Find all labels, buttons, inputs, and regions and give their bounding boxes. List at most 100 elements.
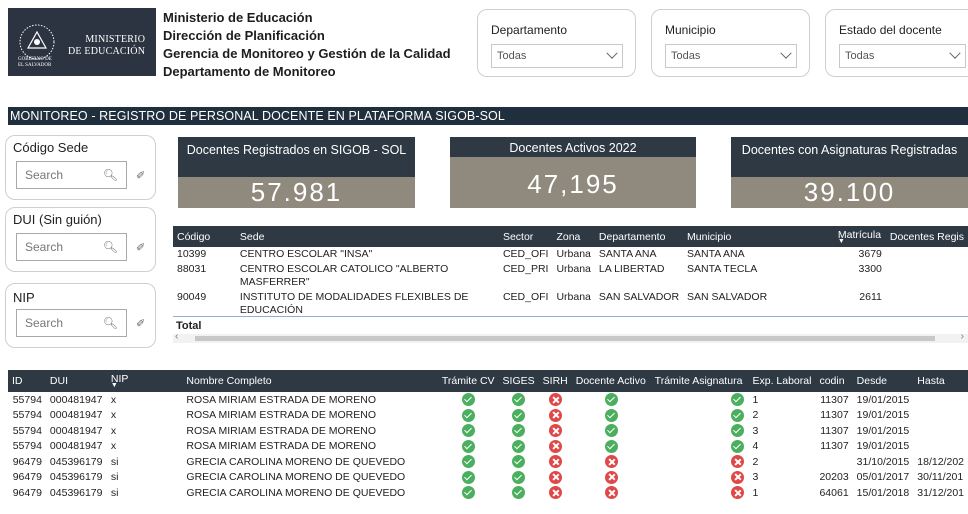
column-header[interactable]: Municipio: [683, 226, 834, 247]
kpi-docentes-activos: Docentes Activos 2022 47,195: [450, 137, 696, 208]
codigo-sede-search-input[interactable]: Search 🔍︎: [16, 161, 127, 189]
column-header[interactable]: Nombre Completo: [182, 370, 438, 392]
horizontal-scrollbar[interactable]: ‹ ›: [173, 331, 968, 343]
eraser-icon[interactable]: ✐: [136, 241, 145, 254]
table-row[interactable]: 55794 000481947 x ROSA MIRIAM ESTRADA DE MO…: [8, 439, 968, 455]
slicer-label: NIP: [13, 290, 35, 305]
scroll-left-icon[interactable]: ‹: [175, 331, 178, 342]
status-cell: [651, 423, 749, 439]
table-cell: 4: [752, 440, 759, 453]
column-header[interactable]: Departamento: [594, 226, 684, 247]
column-header[interactable]: Trámite CV: [437, 370, 499, 392]
table-cell: 55794: [12, 424, 42, 437]
column-header[interactable]: Zona: [552, 226, 595, 247]
slicer-label: Código Sede: [13, 140, 89, 155]
ministry-logo: MINISTERIO DE EDUCACIÓN GOBIERNO DE EL S…: [8, 8, 156, 76]
eraser-icon[interactable]: ✐: [136, 317, 145, 330]
status-cell: [438, 392, 499, 408]
column-header[interactable]: codin: [815, 370, 853, 392]
table-cell: 000481947: [49, 409, 103, 422]
column-header[interactable]: ID: [8, 370, 46, 392]
table-cell: [886, 247, 968, 262]
estado-docente-dropdown[interactable]: Todas: [839, 44, 966, 68]
table-cell: CENTRO ESCOLAR "INSA": [239, 248, 373, 260]
table-row[interactable]: 96479 045396179 si GRECIA CAROLINA MORENO D…: [8, 454, 968, 470]
table-cell: [913, 408, 968, 424]
table-cell: GRECIA CAROLINA MORENO DE QUEVEDO: [186, 455, 406, 468]
table-row[interactable]: 55794 000481947 x ROSA MIRIAM ESTRADA DE MO…: [8, 423, 968, 439]
check-circle-icon: [461, 439, 475, 453]
check-circle-icon: [461, 424, 475, 438]
column-header[interactable]: Desde: [852, 370, 914, 392]
table-row[interactable]: 90049 INSTITUTO DE MODALIDADES FLEXIBLES …: [173, 290, 968, 318]
check-circle-icon: [461, 408, 475, 422]
column-header-sorted[interactable]: Matrícula ▼: [833, 226, 886, 247]
table-row[interactable]: 88031 CENTRO ESCOLAR CATOLICO "ALBERTO MA…: [173, 262, 968, 290]
table-cell: 31/12/201: [917, 486, 964, 499]
filter-label: Municipio: [665, 23, 716, 37]
table-header-row: ID DUI NIP ▼ Nombre Completo Trámite CV …: [8, 370, 968, 392]
check-circle-icon: [461, 486, 475, 500]
table-cell: ROSA MIRIAM ESTRADA DE MORENO: [186, 409, 377, 422]
kpi-value: 47,195: [527, 169, 619, 199]
column-header[interactable]: Docente Activo: [571, 370, 651, 392]
check-circle-icon: [461, 455, 475, 469]
departamento-dropdown[interactable]: Todas: [491, 44, 623, 68]
x-circle-icon: [731, 455, 745, 469]
check-circle-icon: [461, 470, 475, 484]
table-cell: 18/12/202: [917, 455, 964, 468]
column-header[interactable]: Sector: [498, 226, 553, 247]
kpi-label: Docentes Activos 2022: [450, 137, 696, 157]
table-cell: x: [110, 440, 117, 453]
status-cell: [438, 423, 499, 439]
filter-estado-docente: Estado del docente Todas: [825, 9, 968, 77]
status-cell: [438, 470, 499, 486]
table-cell: CED_OFI: [502, 291, 549, 303]
table-cell: 3: [752, 471, 759, 484]
column-header[interactable]: SIGES: [498, 370, 539, 392]
table-row[interactable]: 10399 CENTRO ESCOLAR "INSA" CED_OFI Urbana S…: [173, 247, 968, 262]
column-header[interactable]: Hasta: [913, 370, 968, 392]
table-cell: [886, 290, 968, 318]
table-cell: 3679: [858, 248, 882, 260]
column-header[interactable]: Sede: [235, 226, 499, 247]
check-circle-icon: [512, 439, 526, 453]
x-circle-icon: [548, 470, 562, 484]
status-cell: [572, 392, 651, 408]
scroll-right-icon[interactable]: ›: [961, 331, 964, 342]
status-cell: [499, 485, 539, 501]
table-row[interactable]: 55794 000481947 x ROSA MIRIAM ESTRADA DE MO…: [8, 408, 968, 424]
table-cell: x: [110, 409, 117, 422]
table-row[interactable]: 96479 045396179 si GRECIA CAROLINA MORENO D…: [8, 485, 968, 501]
table-cell: Urbana: [556, 248, 591, 260]
table-cell: [913, 423, 968, 439]
x-circle-icon: [548, 408, 562, 422]
municipio-dropdown[interactable]: Todas: [665, 44, 797, 68]
table-cell: 3: [752, 424, 759, 437]
column-header[interactable]: Código: [173, 226, 236, 247]
column-header[interactable]: Trámite Asignatura: [650, 370, 749, 392]
x-circle-icon: [548, 393, 562, 407]
column-header[interactable]: Exp. Laboral: [748, 370, 816, 392]
search-icon: 🔍︎: [102, 316, 118, 330]
table-cell: 19/01/2015: [856, 424, 910, 437]
check-circle-icon: [731, 439, 745, 453]
column-header-sorted[interactable]: NIP ▼: [106, 370, 183, 392]
table-row[interactable]: 55794 000481947 x ROSA MIRIAM ESTRADA DE MO…: [8, 392, 968, 408]
table-cell: 88031: [177, 263, 207, 275]
table-cell: Urbana: [556, 263, 591, 275]
nip-search-input[interactable]: Search 🔍︎: [16, 309, 127, 337]
column-header[interactable]: DUI: [45, 370, 107, 392]
logo-gov-line2: EL SALVADOR: [18, 63, 52, 68]
table-row[interactable]: 96479 045396179 si GRECIA CAROLINA MORENO D…: [8, 470, 968, 486]
check-circle-icon: [512, 408, 526, 422]
table-cell: x: [110, 424, 117, 437]
column-header[interactable]: SIRH: [538, 370, 572, 392]
eraser-icon[interactable]: ✐: [136, 169, 145, 182]
scrollbar-thumb[interactable]: [195, 336, 935, 341]
table-cell: 000481947: [49, 440, 103, 453]
status-cell: [499, 439, 539, 455]
dui-search-input[interactable]: Search 🔍︎: [16, 233, 127, 261]
column-header[interactable]: Docentes Regis: [885, 226, 968, 247]
status-cell: [651, 454, 749, 470]
